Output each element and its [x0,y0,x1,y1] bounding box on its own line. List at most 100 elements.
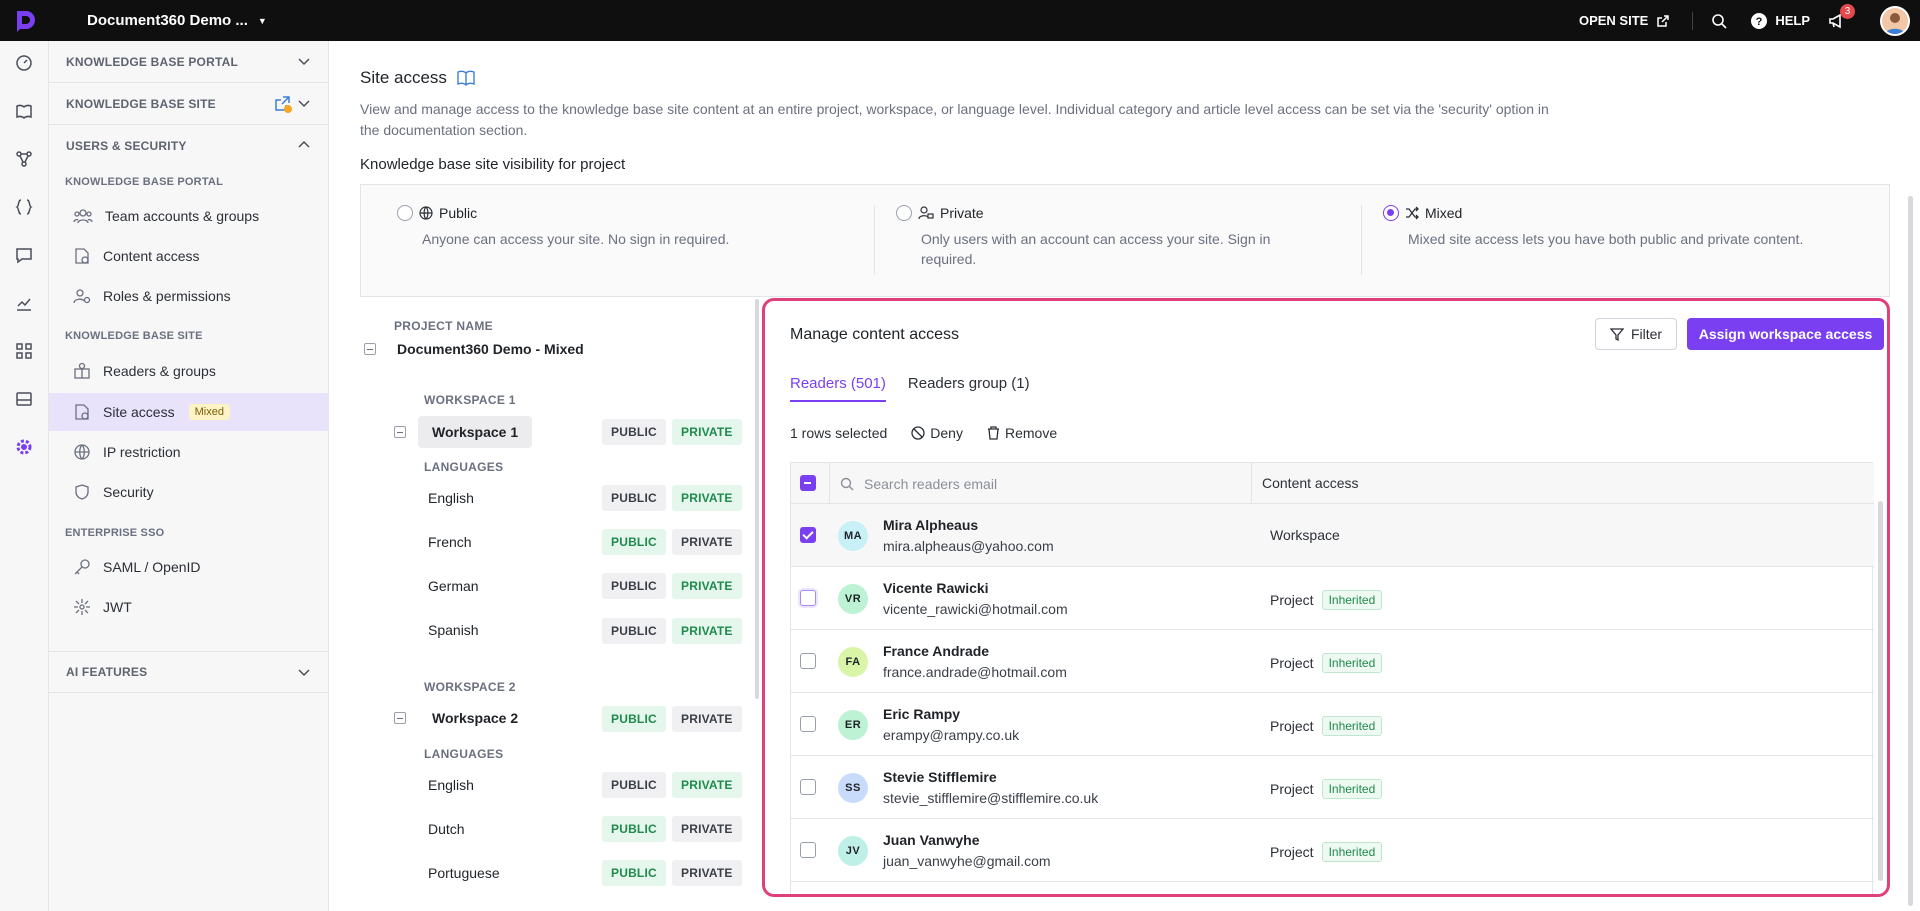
public-tag[interactable]: PUBLIC [602,529,666,555]
nav-jwt[interactable]: JWT [49,588,329,626]
search-icon[interactable] [1711,13,1727,29]
public-tag[interactable]: PUBLIC [602,860,666,886]
book-icon[interactable] [457,70,475,86]
private-tag[interactable]: PRIVATE [672,485,742,511]
workspace1-row[interactable]: Workspace 1 [394,416,533,448]
help-button[interactable]: ? HELP [1751,12,1810,29]
documentation-icon[interactable] [12,99,36,123]
project-switcher[interactable]: Document360 Demo ... ▼ [87,12,267,29]
private-tag[interactable]: PRIVATE [672,618,742,644]
external-link-icon [1657,14,1670,27]
nav-site-access[interactable]: Site access Mixed [49,393,329,431]
tree-scrollbar[interactable] [755,299,759,699]
row-checkbox[interactable] [800,653,816,669]
tab-readers[interactable]: Readers (501) [790,375,886,402]
user-avatar[interactable] [1880,5,1910,36]
public-tag[interactable]: PUBLIC [602,573,666,599]
private-tag[interactable]: PRIVATE [672,529,742,555]
apps-icon[interactable] [12,339,36,363]
public-tag[interactable]: PUBLIC [602,706,666,732]
language-english[interactable]: English [428,777,474,793]
section-ai-features[interactable]: AI FEATURES [49,651,329,693]
option-private[interactable]: Private Only users with an account can a… [896,205,1316,269]
language-french[interactable]: French [428,534,472,550]
project-row[interactable]: Document360 Demo - Mixed [364,341,584,357]
nav-ip-restriction-label: IP restriction [103,444,181,460]
dashboard-icon[interactable] [12,51,36,75]
row-checkbox[interactable] [800,590,816,606]
option-public[interactable]: Public Anyone can access your site. No s… [397,205,837,249]
feedback-icon[interactable] [12,243,36,267]
nav-roles-permissions[interactable]: Roles & permissions [49,277,329,315]
drive-icon[interactable] [12,387,36,411]
page-scrollbar[interactable] [1908,196,1913,906]
table-row[interactable]: FA France Andrade france.andrade@hotmail.c… [791,630,1874,693]
nav-ip-restriction[interactable]: IP restriction [49,433,329,471]
deny-button[interactable]: Deny [911,425,963,441]
nav-security[interactable]: Security [49,473,329,511]
private-tag[interactable]: PRIVATE [672,419,742,445]
nav-team-accounts[interactable]: Team accounts & groups [49,197,329,235]
analytics-icon[interactable] [12,291,36,315]
nav-readers-groups[interactable]: Readers & groups [49,352,329,390]
collapse-icon[interactable] [364,343,376,355]
table-row[interactable]: ER Eric Rampy erampy@rampy.co.uk Project Inh… [791,693,1874,756]
globe-icon [74,444,90,460]
divider [874,205,875,275]
section-kb-portal[interactable]: KNOWLEDGE BASE PORTAL [49,41,329,83]
workspace2-row[interactable]: Workspace 2 [394,702,532,734]
public-tag[interactable]: PUBLIC [602,419,666,445]
public-tag[interactable]: PUBLIC [602,772,666,798]
row-checkbox[interactable] [800,779,816,795]
section-kb-site[interactable]: KNOWLEDGE BASE SITE [49,83,329,125]
radio-mixed[interactable] [1383,205,1399,221]
table-row[interactable]: MA Mira Alpheaus mira.alpheaus@yahoo.com Wo… [791,504,1874,567]
table-row[interactable]: SS Stevie Stifflemire stevie_stifflemire@s… [791,756,1874,819]
private-tag[interactable]: PRIVATE [672,816,742,842]
assign-workspace-access-button[interactable]: Assign workspace access [1687,318,1884,350]
select-all-checkbox[interactable] [800,475,816,491]
reader-email: erampy@rampy.co.uk [883,727,1020,743]
row-checkbox[interactable] [800,527,816,543]
remove-button[interactable]: Remove [987,425,1057,441]
table-row[interactable]: JV Juan Vanwyhe juan_vanwyhe@gmail.com Proj… [791,819,1874,882]
public-tag[interactable]: PUBLIC [602,618,666,644]
row-checkbox[interactable] [800,716,816,732]
settings-icon[interactable] [12,435,36,459]
announcement-icon[interactable]: 3 [1828,3,1855,29]
workspace1-name[interactable]: Workspace 1 [418,416,533,448]
language-dutch[interactable]: Dutch [428,821,465,837]
collapse-icon[interactable] [394,426,406,438]
private-tag[interactable]: PRIVATE [672,860,742,886]
table-scrollbar[interactable] [1878,501,1883,881]
reader-name: France Andrade [883,643,990,659]
language-german[interactable]: German [428,578,479,594]
section-users-security[interactable]: USERS & SECURITY [49,125,329,167]
public-tag[interactable]: PUBLIC [602,816,666,842]
open-site-link[interactable]: OPEN SITE [1579,11,1694,30]
private-tag[interactable]: PRIVATE [672,573,742,599]
language-english[interactable]: English [428,490,474,506]
workspace2-name[interactable]: Workspace 2 [418,702,532,734]
radio-public[interactable] [397,205,413,221]
workflow-icon[interactable] [12,147,36,171]
private-tag[interactable]: PRIVATE [672,772,742,798]
table-row[interactable]: VR Vicente Rawicki vicente_rawicki@hotmail… [791,567,1874,630]
nav-content-access[interactable]: Content access [49,237,329,275]
row-checkbox[interactable] [800,842,816,858]
radio-private[interactable] [896,205,912,221]
nav-saml[interactable]: SAML / OpenID [49,548,329,586]
external-link-icon[interactable] [273,94,293,114]
public-tag[interactable]: PUBLIC [602,485,666,511]
document360-logo[interactable] [0,0,50,41]
language-portuguese[interactable]: Portuguese [428,865,500,881]
api-icon[interactable] [12,195,36,219]
search-readers-input[interactable] [864,475,1224,492]
key-icon [74,559,90,575]
private-tag[interactable]: PRIVATE [672,706,742,732]
option-mixed[interactable]: Mixed Mixed site access lets you have bo… [1383,205,1863,249]
language-spanish[interactable]: Spanish [428,622,479,638]
tab-readers-group[interactable]: Readers group (1) [908,375,1030,402]
collapse-icon[interactable] [394,712,406,724]
filter-button[interactable]: Filter [1595,318,1677,350]
